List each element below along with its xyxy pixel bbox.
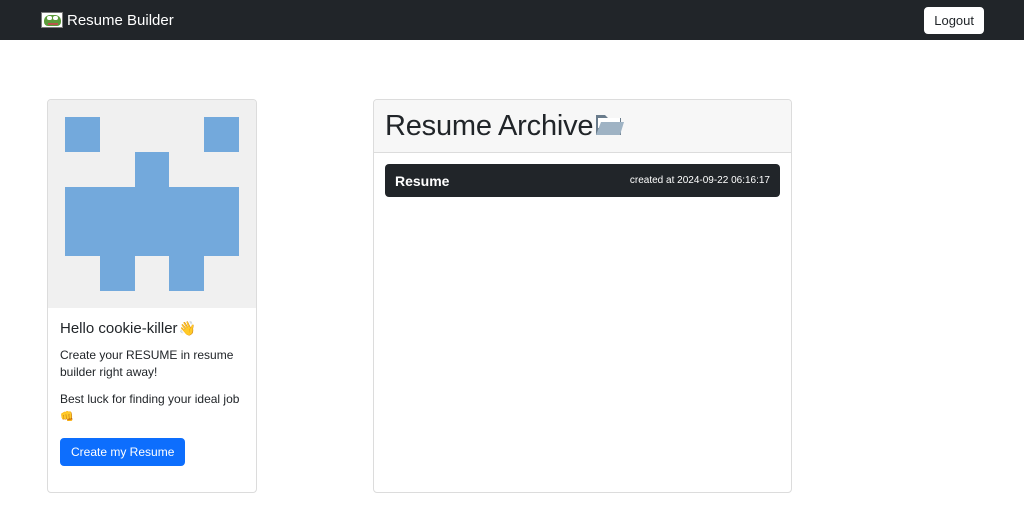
resume-name: Resume xyxy=(395,172,450,189)
logout-button[interactable]: Logout xyxy=(924,6,984,34)
brand-link[interactable]: Resume Builder xyxy=(41,12,174,29)
archive-header: Resume Archive xyxy=(374,100,791,153)
avatar xyxy=(48,100,256,308)
profile-card-body: Hello cookie-killer 👋 Create your RESUME … xyxy=(48,308,256,478)
archive-title-text: Resume Archive xyxy=(385,109,594,142)
archive-title: Resume Archive xyxy=(385,109,594,143)
top-navbar: Resume Builder Logout xyxy=(0,0,1024,40)
luck-text: Best luck for finding your ideal job 👊 xyxy=(60,391,244,426)
create-resume-button[interactable]: Create my Resume xyxy=(60,438,186,466)
identicon-avatar-icon xyxy=(65,117,239,291)
greeting-heading: Hello cookie-killer 👋 xyxy=(60,320,244,337)
intro-text: Create your RESUME in resume builder rig… xyxy=(60,348,234,379)
archive-body: Resume created at 2024-09-22 06:16:17 xyxy=(374,153,791,208)
open-folder-icon xyxy=(596,115,625,135)
luck-text-content: Best luck for finding your ideal job xyxy=(60,392,240,406)
fist-bump-icon: 👊 xyxy=(60,411,74,423)
profile-card: Hello cookie-killer 👋 Create your RESUME … xyxy=(47,99,257,493)
brand-name: Resume Builder xyxy=(67,11,174,29)
waving-hand-icon: 👋 xyxy=(178,320,196,336)
resume-created-date: created at 2024-09-22 06:16:17 xyxy=(629,175,770,186)
greeting-text: Hello cookie-killer xyxy=(60,320,178,337)
resume-list-item[interactable]: Resume created at 2024-09-22 06:16:17 xyxy=(385,164,780,197)
frog-logo-icon xyxy=(41,12,63,28)
resume-archive-card: Resume Archive Resume created at 2024-09… xyxy=(373,99,792,493)
